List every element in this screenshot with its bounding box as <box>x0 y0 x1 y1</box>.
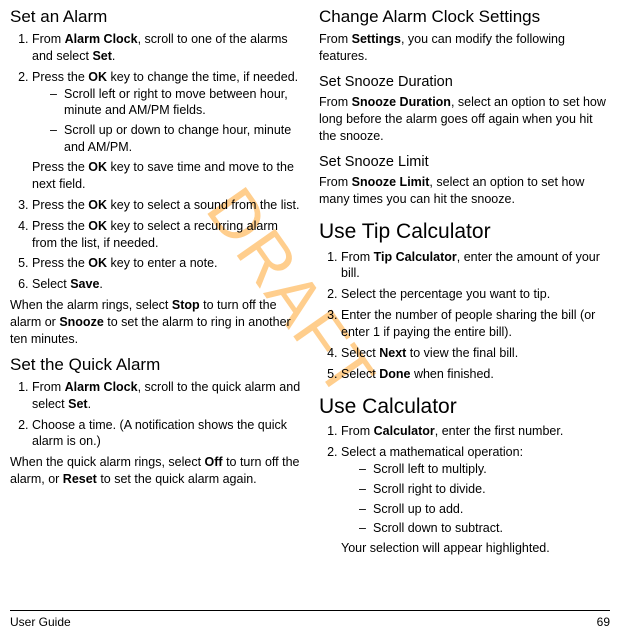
text: Press the OK key to save time and move t… <box>32 159 301 193</box>
list-item: Scroll up to add. <box>359 501 610 518</box>
text: , enter the first number. <box>435 424 564 438</box>
text: Select <box>341 367 379 381</box>
paragraph: When the alarm rings, select Stop to tur… <box>10 297 301 348</box>
text: From <box>341 250 374 264</box>
text: From <box>319 32 352 46</box>
left-column: Set an Alarm From Alarm Clock, scroll to… <box>10 6 301 561</box>
bold-text: OK <box>88 160 107 174</box>
text: From <box>341 424 374 438</box>
list-item: Scroll left to multiply. <box>359 461 610 478</box>
list-item: Scroll down to subtract. <box>359 520 610 537</box>
right-column: Change Alarm Clock Settings From Setting… <box>319 6 610 561</box>
list-item: Press the OK key to enter a note. <box>32 255 301 272</box>
bold-text: Reset <box>63 472 97 486</box>
bold-text: Set <box>92 49 111 63</box>
bold-text: Settings <box>352 32 401 46</box>
list-item: From Alarm Clock, scroll to one of the a… <box>32 31 301 65</box>
list-item: Select Save. <box>32 276 301 293</box>
bold-text: Off <box>205 455 223 469</box>
list-item: Choose a time. (A notification shows the… <box>32 417 301 451</box>
text: Press the <box>32 160 88 174</box>
text: to set the quick alarm again. <box>97 472 257 486</box>
text: Press the <box>32 198 88 212</box>
set-alarm-steps: From Alarm Clock, scroll to one of the a… <box>10 31 301 293</box>
bold-text: Snooze Duration <box>352 95 451 109</box>
paragraph: From Snooze Limit, select an option to s… <box>319 174 610 208</box>
list-item: From Alarm Clock, scroll to the quick al… <box>32 379 301 413</box>
list-item: Scroll up or down to change hour, minute… <box>50 122 301 156</box>
list-item: Scroll right to divide. <box>359 481 610 498</box>
text: When the quick alarm rings, select <box>10 455 205 469</box>
text: Select <box>341 346 379 360</box>
text: Select a mathematical operation: <box>341 445 523 459</box>
quick-alarm-steps: From Alarm Clock, scroll to the quick al… <box>10 379 301 451</box>
text: Your selection will appear highlighted. <box>341 540 610 557</box>
bold-text: OK <box>88 256 107 270</box>
bold-text: Calculator <box>374 424 435 438</box>
heading-tip-calculator: Use Tip Calculator <box>319 218 610 246</box>
bold-text: Snooze <box>59 315 103 329</box>
bold-text: OK <box>88 70 107 84</box>
list-item: Select the percentage you want to tip. <box>341 286 610 303</box>
page-body: Set an Alarm From Alarm Clock, scroll to… <box>0 0 620 561</box>
bold-text: Stop <box>172 298 200 312</box>
text: key to enter a note. <box>107 256 218 270</box>
heading-snooze-duration: Set Snooze Duration <box>319 73 610 93</box>
calculator-steps: From Calculator, enter the first number.… <box>319 423 610 557</box>
list-item: Press the OK key to select a recurring a… <box>32 218 301 252</box>
bold-text: Next <box>379 346 406 360</box>
heading-change-settings: Change Alarm Clock Settings <box>319 6 610 29</box>
text: Press the <box>32 70 88 84</box>
text: Select <box>32 277 70 291</box>
text: when finished. <box>410 367 493 381</box>
heading-snooze-limit: Set Snooze Limit <box>319 153 610 173</box>
list-item: Press the OK key to change the time, if … <box>32 69 301 193</box>
text: From <box>32 380 65 394</box>
heading-set-alarm: Set an Alarm <box>10 6 301 29</box>
text: . <box>88 397 91 411</box>
heading-quick-alarm: Set the Quick Alarm <box>10 354 301 377</box>
tip-calc-steps: From Tip Calculator, enter the amount of… <box>319 249 610 383</box>
text: key to select a sound from the list. <box>107 198 299 212</box>
list-item: Select Done when finished. <box>341 366 610 383</box>
paragraph: From Settings, you can modify the follow… <box>319 31 610 65</box>
paragraph: From Snooze Duration, select an option t… <box>319 94 610 145</box>
list-item: From Calculator, enter the first number. <box>341 423 610 440</box>
footer-page-number: 69 <box>597 615 610 629</box>
list-item: From Tip Calculator, enter the amount of… <box>341 249 610 283</box>
text: to view the final bill. <box>406 346 518 360</box>
bold-text: Snooze Limit <box>352 175 430 189</box>
bold-text: Set <box>68 397 87 411</box>
bold-text: OK <box>88 219 107 233</box>
list-item: Enter the number of people sharing the b… <box>341 307 610 341</box>
bold-text: Alarm Clock <box>65 32 138 46</box>
text: Press the <box>32 219 88 233</box>
text: Press the <box>32 256 88 270</box>
text: key to change the time, if needed. <box>107 70 298 84</box>
list-item: Scroll left or right to move between hou… <box>50 86 301 120</box>
text: . <box>112 49 115 63</box>
footer-left: User Guide <box>10 615 71 629</box>
paragraph: When the quick alarm rings, select Off t… <box>10 454 301 488</box>
sublist: Scroll left or right to move between hou… <box>32 86 301 157</box>
text: . <box>99 277 102 291</box>
list-item: Select a mathematical operation: Scroll … <box>341 444 610 557</box>
heading-calculator: Use Calculator <box>319 393 610 421</box>
text: From <box>319 95 352 109</box>
list-item: Select Next to view the final bill. <box>341 345 610 362</box>
text: From <box>319 175 352 189</box>
page-footer: User Guide 69 <box>10 610 610 629</box>
bold-text: OK <box>88 198 107 212</box>
bold-text: Save <box>70 277 99 291</box>
text: When the alarm rings, select <box>10 298 172 312</box>
sublist: Scroll left to multiply. Scroll right to… <box>341 461 610 538</box>
text: From <box>32 32 65 46</box>
bold-text: Done <box>379 367 410 381</box>
bold-text: Tip Calculator <box>374 250 457 264</box>
bold-text: Alarm Clock <box>65 380 138 394</box>
list-item: Press the OK key to select a sound from … <box>32 197 301 214</box>
